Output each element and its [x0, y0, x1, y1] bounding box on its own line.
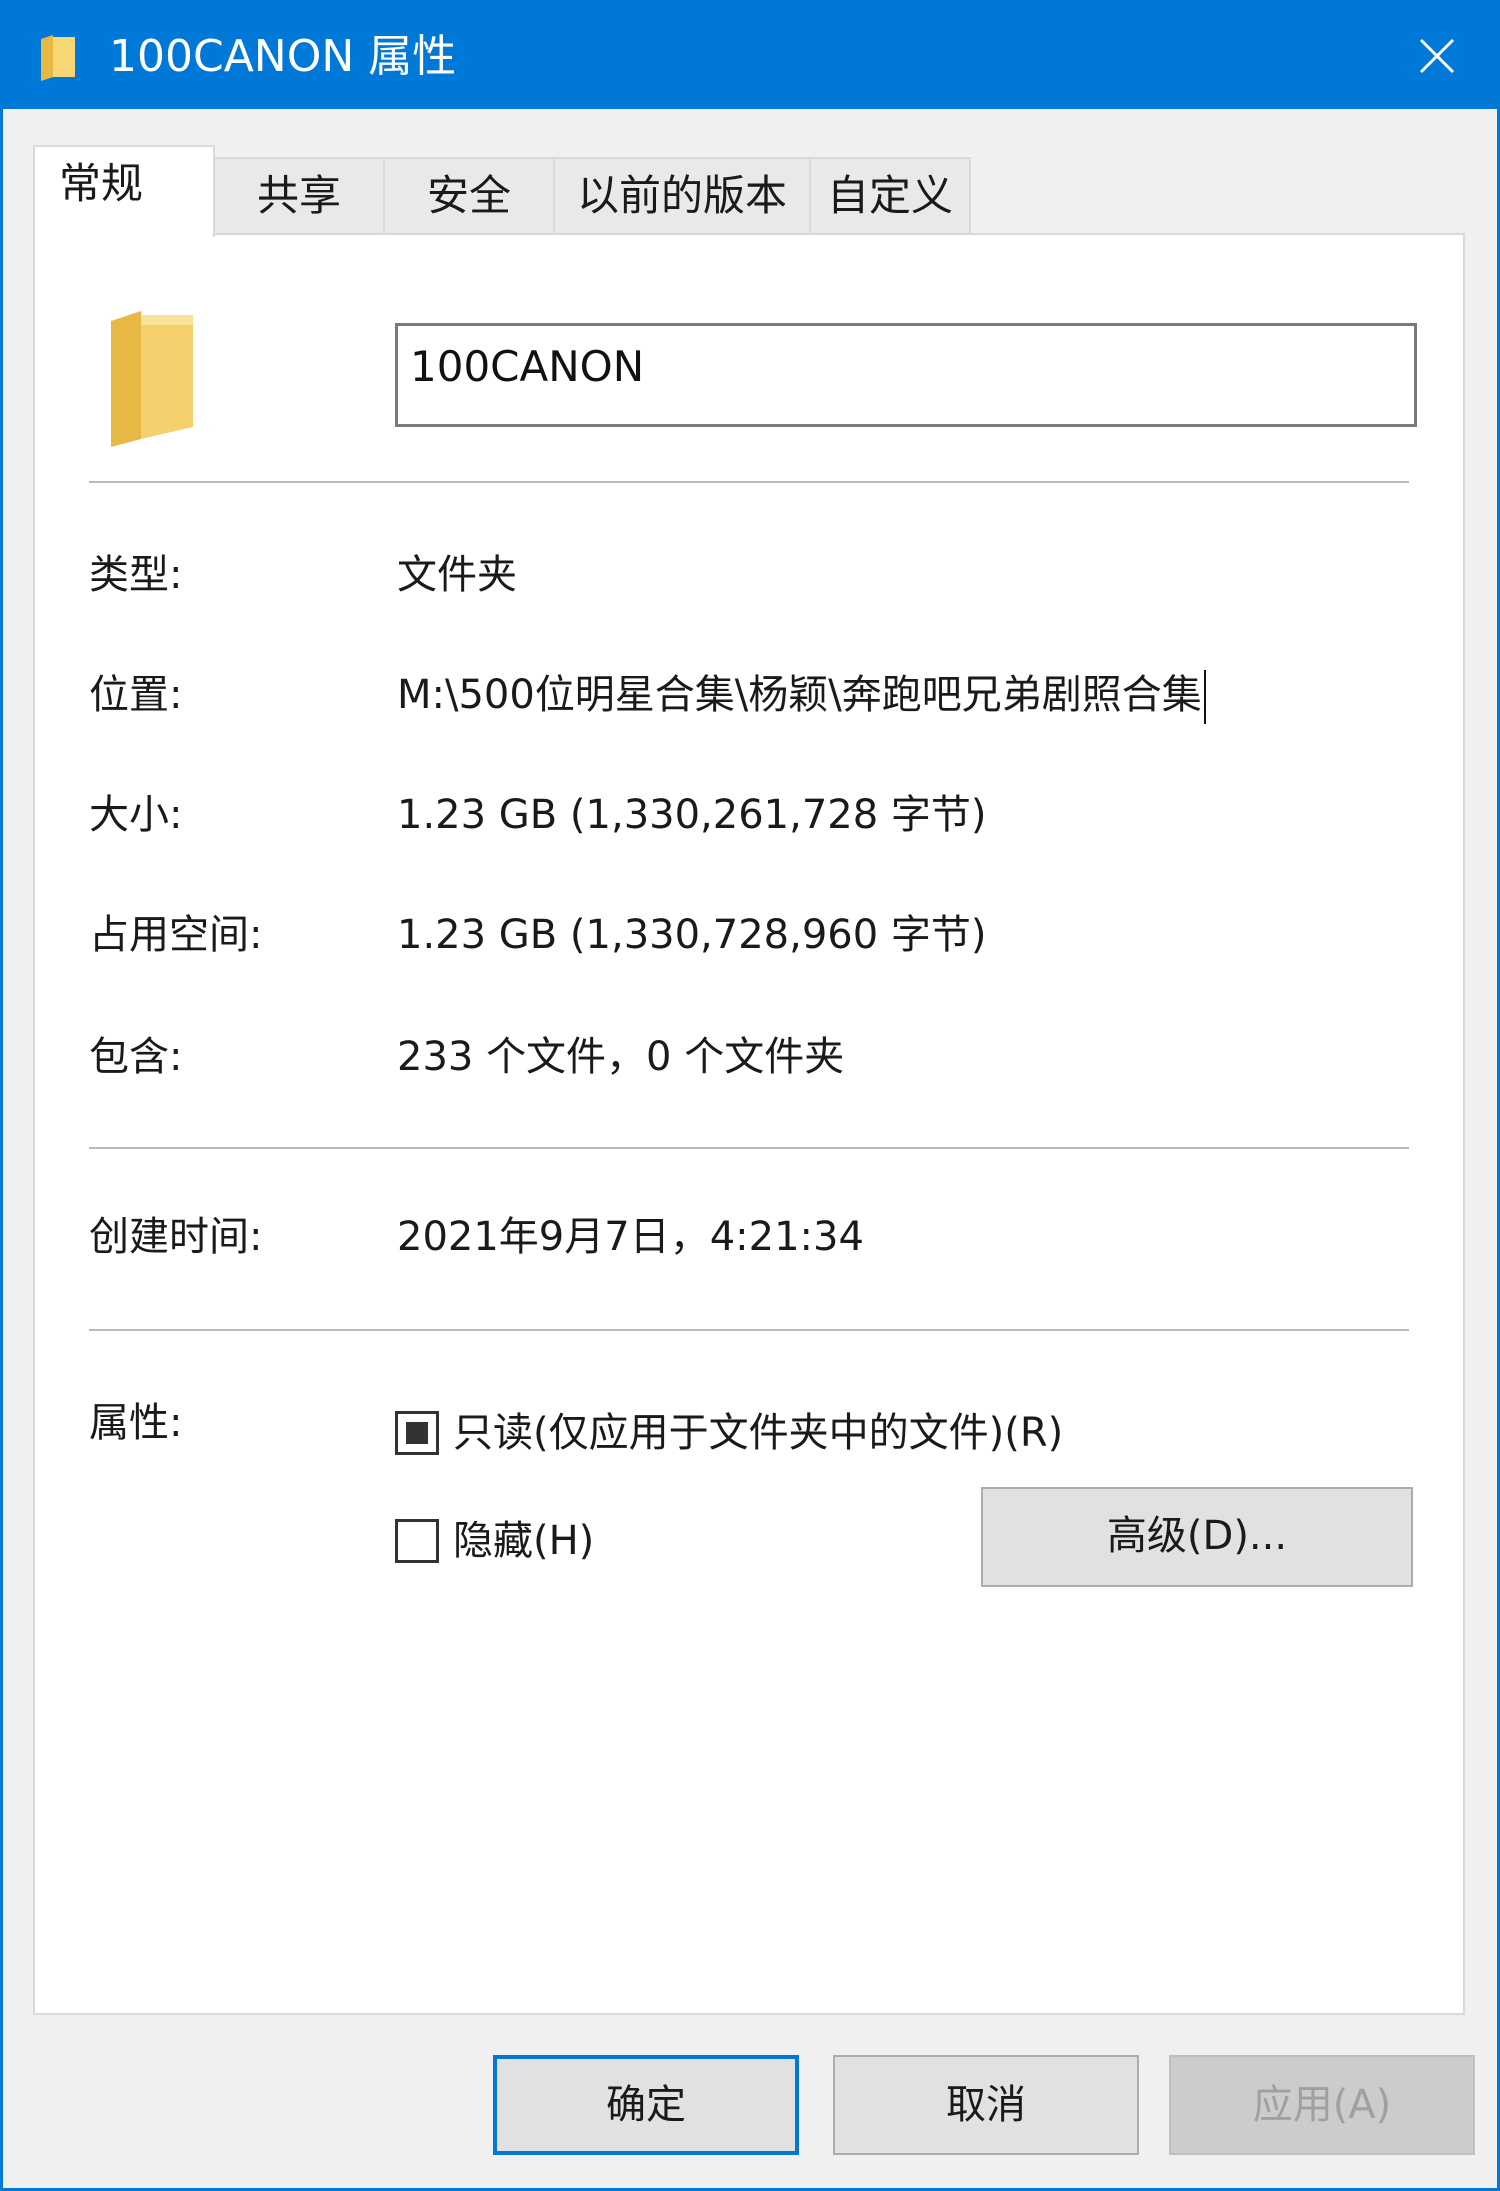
close-icon	[1419, 38, 1455, 74]
size-label: 大小:	[89, 792, 183, 838]
general-panel: 类型: 文件夹 位置: M:\500位明星合集\杨颖\奔跑吧兄弟剧照合集 大小:…	[33, 233, 1465, 2015]
created-label: 创建时间:	[89, 1214, 263, 1260]
close-button[interactable]	[1377, 3, 1497, 109]
location-label: 位置:	[89, 672, 183, 718]
type-value: 文件夹	[397, 552, 517, 598]
size-value: 1.23 GB (1,330,261,728 字节)	[397, 792, 987, 838]
folder-icon	[111, 311, 193, 447]
readonly-label[interactable]: 只读(仅应用于文件夹中的文件)(R)	[453, 1405, 1063, 1461]
readonly-checkbox[interactable]	[395, 1411, 439, 1455]
type-label: 类型:	[89, 552, 183, 598]
tab-previous-versions[interactable]: 以前的版本	[553, 157, 811, 235]
folder-name-input[interactable]	[398, 326, 1414, 424]
divider	[89, 1147, 1409, 1149]
apply-button[interactable]: 应用(A)	[1169, 2055, 1475, 2155]
ok-button[interactable]: 确定	[493, 2055, 799, 2155]
tab-general[interactable]: 常规	[33, 145, 215, 237]
size-on-disk-value: 1.23 GB (1,330,728,960 字节)	[397, 912, 987, 958]
title-bar[interactable]: 100CANON 属性	[3, 3, 1497, 109]
cancel-button[interactable]: 取消	[833, 2055, 1139, 2155]
location-value[interactable]: M:\500位明星合集\杨颖\奔跑吧兄弟剧照合集	[397, 667, 1206, 724]
window-title: 100CANON 属性	[109, 31, 457, 82]
attributes-label: 属性:	[89, 1400, 183, 1446]
text-caret	[1203, 670, 1206, 724]
contains-value: 233 个文件，0 个文件夹	[397, 1034, 845, 1080]
tab-sharing[interactable]: 共享	[213, 157, 385, 235]
divider	[89, 1329, 1409, 1331]
hidden-label[interactable]: 隐藏(H)	[453, 1513, 594, 1569]
hidden-checkbox[interactable]	[395, 1519, 439, 1563]
contains-label: 包含:	[89, 1034, 183, 1080]
size-on-disk-label: 占用空间:	[89, 912, 263, 958]
properties-dialog: 100CANON 属性 常规 共享 安全 以前的版本 自定义 类型: 文件夹 位…	[0, 0, 1500, 2191]
folder-name-field[interactable]	[395, 323, 1417, 427]
tab-customize[interactable]: 自定义	[809, 157, 971, 235]
tab-security[interactable]: 安全	[383, 157, 555, 235]
created-value: 2021年9月7日，4:21:34	[397, 1214, 864, 1260]
divider	[89, 481, 1409, 483]
advanced-button[interactable]: 高级(D)...	[981, 1487, 1413, 1587]
folder-icon	[41, 35, 75, 81]
indeterminate-mark	[406, 1422, 428, 1444]
